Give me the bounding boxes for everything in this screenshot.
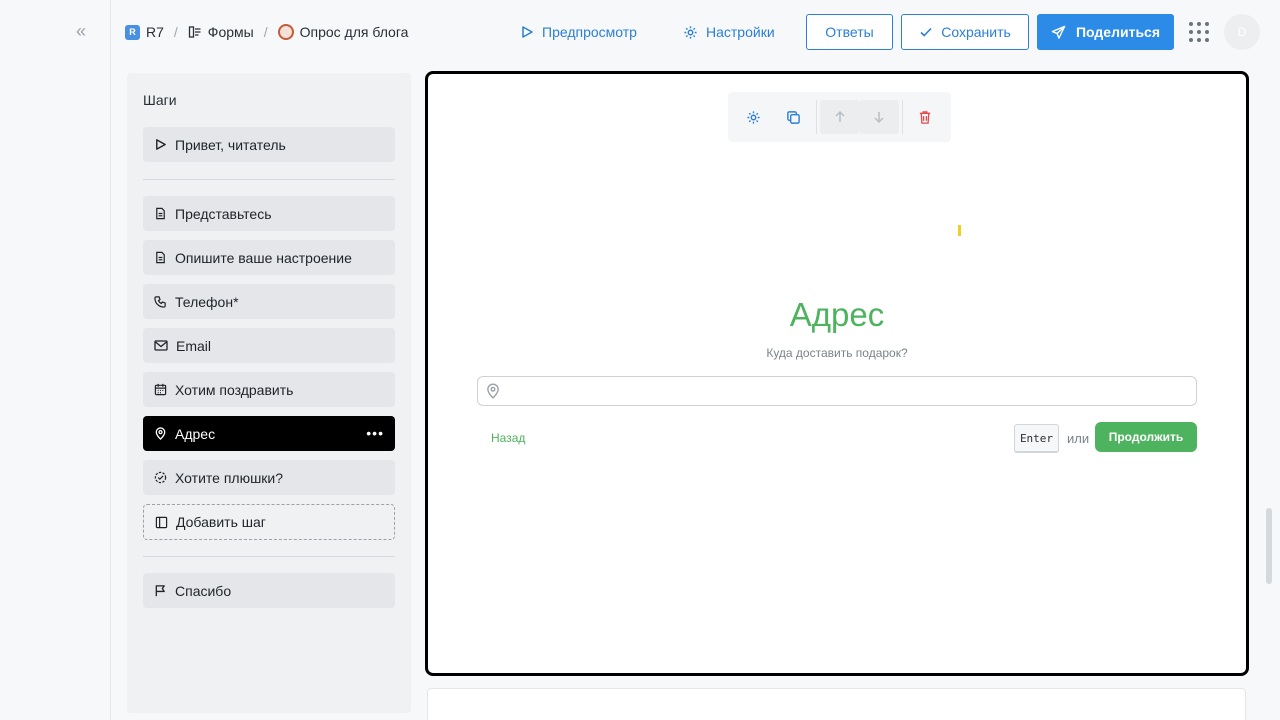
phone-icon [154, 296, 166, 308]
step-welcome[interactable]: Привет, читатель [143, 127, 395, 162]
question-subtitle[interactable]: Куда доставить подарок? [428, 346, 1246, 360]
question-title[interactable]: Адрес [428, 296, 1246, 334]
gear-icon [684, 25, 697, 39]
step-phone[interactable]: Телефон* [143, 284, 395, 319]
flag-icon [155, 585, 165, 597]
move-up-button[interactable] [819, 100, 860, 134]
settings-button[interactable]: Настройки [683, 21, 775, 43]
step-mood[interactable]: Опишите ваше настроение [143, 240, 395, 275]
step-label: Спасибо [175, 582, 232, 599]
step-introduce[interactable]: Представьтесь [143, 196, 395, 231]
toolbar-separator [901, 100, 903, 134]
copy-icon [786, 110, 800, 124]
send-icon [1051, 25, 1066, 39]
back-link[interactable]: Назад [491, 431, 525, 445]
scrollbar-thumb[interactable] [1266, 508, 1272, 584]
or-label: или [1067, 431, 1090, 446]
save-button[interactable]: Сохранить [901, 14, 1029, 50]
breadcrumb-form-label: Опрос для блога [299, 24, 409, 40]
breadcrumb-workspace[interactable]: R R7 [125, 24, 164, 40]
steps-divider [143, 179, 395, 180]
steps-panel: Шаги Привет, читатель Представьтесь Опиш… [127, 73, 411, 713]
step-congratulate[interactable]: Хотим поздравить [143, 372, 395, 407]
steps-divider [143, 556, 395, 557]
step-label: Хотите плюшки? [175, 469, 284, 486]
add-step-button[interactable]: Добавить шаг [143, 504, 395, 540]
share-button[interactable]: Поделиться [1037, 14, 1174, 50]
workspace-badge-icon: R [125, 24, 140, 40]
duplicate-button[interactable] [773, 100, 812, 134]
avatar[interactable]: D [1224, 14, 1260, 50]
play-icon [156, 139, 166, 150]
form-emoji-icon [277, 24, 294, 40]
location-pin-icon [155, 427, 166, 440]
arrow-up-icon [834, 110, 845, 122]
gear-icon [747, 110, 760, 124]
apps-grid-icon[interactable] [1189, 22, 1209, 42]
settings-label: Настройки [706, 24, 775, 40]
collapse-sidebar-icon[interactable]: « [72, 22, 90, 40]
breadcrumb-separator: / [173, 24, 178, 40]
step-treats[interactable]: Хотите плюшки? [143, 460, 395, 495]
step-label: Адрес [175, 425, 216, 442]
address-input[interactable] [508, 381, 1188, 401]
toolbar-separator [815, 100, 817, 134]
add-step-label: Добавить шаг [176, 514, 266, 530]
responses-label: Ответы [825, 24, 874, 40]
step-email[interactable]: Email [143, 328, 395, 363]
preview-button[interactable]: Предпросмотр [520, 21, 637, 43]
save-label: Сохранить [941, 24, 1011, 40]
step-label: Телефон* [175, 293, 239, 310]
breadcrumb-separator: / [263, 24, 268, 40]
block-toolbar [728, 92, 951, 142]
continue-button[interactable]: Продолжить [1095, 422, 1197, 452]
preview-label: Предпросмотр [542, 24, 637, 40]
mail-icon [154, 340, 168, 351]
text-cursor-marker [958, 225, 961, 236]
breadcrumb-workspace-label: R7 [146, 24, 164, 40]
check-circle-icon [154, 471, 167, 484]
more-options-icon[interactable]: ••• [366, 425, 384, 441]
step-thanks[interactable]: Спасибо [143, 573, 395, 608]
question-canvas: Адрес Куда доставить подарок? Назад Ente… [425, 71, 1249, 676]
breadcrumb: R R7 / Формы / Опрос для блога [125, 22, 408, 42]
check-icon [920, 27, 932, 37]
step-address[interactable]: Адрес ••• [143, 416, 395, 451]
top-bar: R R7 / Формы / Опрос для блога Предпросм… [111, 0, 1280, 62]
steps-title: Шаги [143, 92, 177, 108]
block-settings-button[interactable] [734, 100, 773, 134]
play-icon [522, 26, 533, 38]
arrow-down-icon [874, 112, 884, 124]
calendar-icon [154, 383, 167, 396]
trash-icon [920, 110, 931, 124]
form-icon [188, 26, 201, 38]
breadcrumb-form[interactable]: Опрос для блога [277, 24, 409, 40]
step-label: Представьтесь [175, 205, 272, 222]
document-icon [156, 207, 165, 220]
move-down-button[interactable] [859, 100, 899, 134]
next-block-card[interactable] [427, 688, 1246, 720]
location-pin-icon [487, 383, 499, 399]
left-rail: « [0, 0, 111, 720]
step-label: Хотим поздравить [175, 381, 294, 398]
add-step-icon [155, 516, 168, 528]
responses-button[interactable]: Ответы [806, 14, 893, 50]
delete-button[interactable] [906, 100, 945, 134]
step-label: Привет, читатель [175, 136, 286, 153]
enter-key-hint: Enter [1014, 424, 1059, 453]
breadcrumb-forms-label: Формы [207, 24, 254, 40]
address-input-field[interactable] [477, 376, 1197, 406]
document-icon [156, 251, 165, 264]
step-label: Опишите ваше настроение [175, 249, 352, 266]
share-label: Поделиться [1075, 24, 1161, 40]
breadcrumb-forms[interactable]: Формы [188, 24, 254, 40]
step-label: Email [176, 337, 212, 354]
